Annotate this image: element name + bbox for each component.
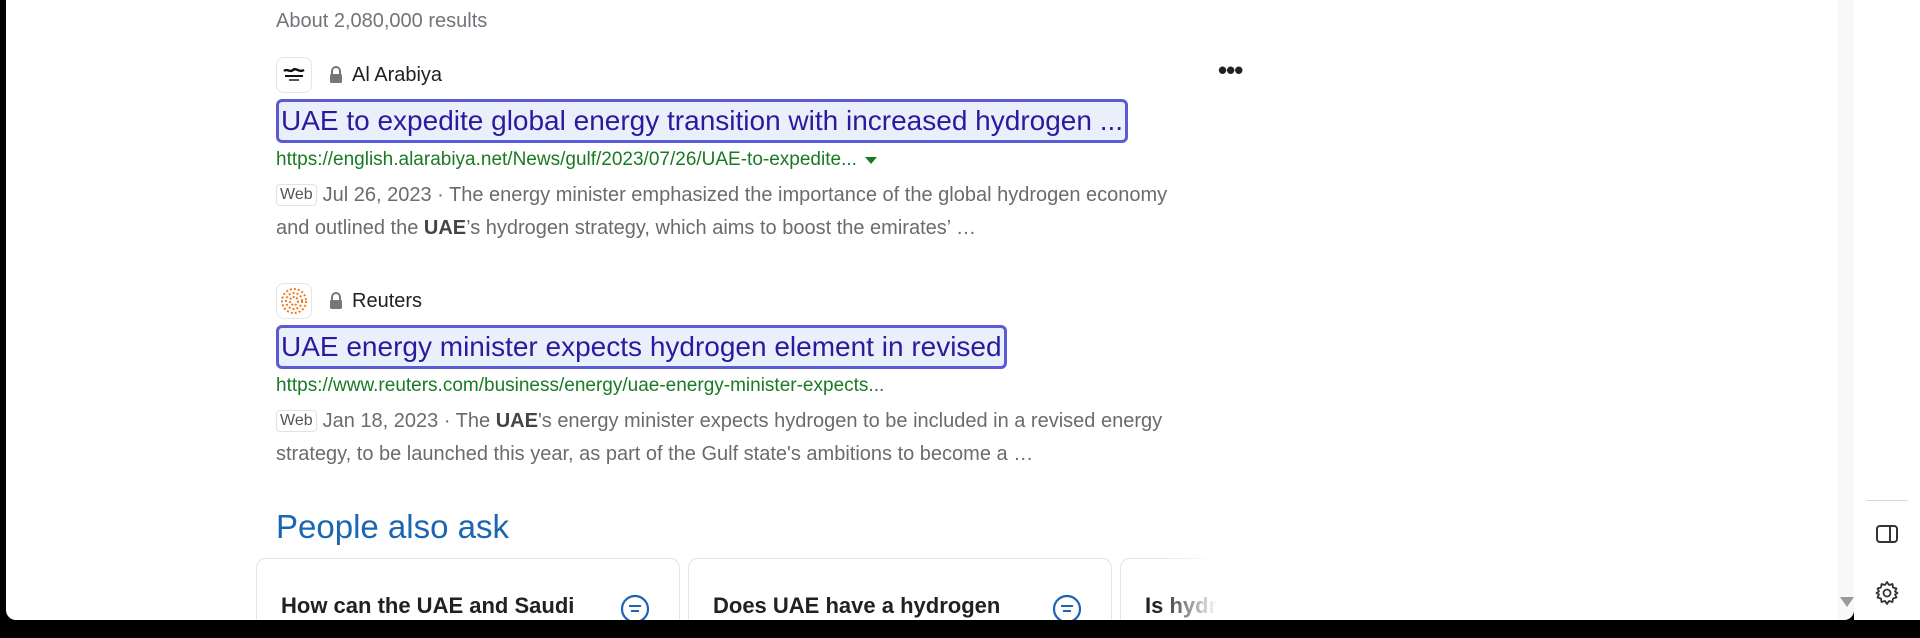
reuters-favicon-icon[interactable] — [276, 283, 312, 319]
scroll-down-arrow-icon[interactable] — [1840, 597, 1854, 607]
chat-bubble-icon[interactable] — [619, 593, 651, 620]
source-name[interactable]: Reuters — [352, 290, 422, 313]
chevron-down-icon[interactable] — [864, 156, 877, 164]
side-panel-toggle-button[interactable] — [1872, 519, 1902, 549]
result-url-row: https://www.reuters.com/business/energy/… — [276, 375, 1196, 397]
snippet-bold: UAE — [495, 410, 538, 432]
search-results-page: About 2,080,000 results Al Arabiya ••• U… — [6, 0, 1854, 620]
results-count: About 2,080,000 results — [276, 10, 488, 32]
result-source-row: Al Arabiya — [276, 57, 1196, 93]
settings-button[interactable] — [1872, 578, 1902, 608]
paa-card[interactable]: How can the UAE and Saudi — [256, 558, 680, 620]
search-result: Reuters UAE energy minister expects hydr… — [276, 283, 1196, 471]
result-source-row: Reuters — [276, 283, 1196, 319]
result-url[interactable]: https://english.alarabiya.net/News/gulf/… — [276, 149, 857, 171]
lock-icon — [330, 66, 342, 83]
result-snippet: Web Jan 18, 2023 · The UAE's energy minis… — [276, 405, 1196, 471]
result-title-link[interactable]: UAE energy minister expects hydrogen ele… — [276, 325, 1007, 369]
chat-bubble-icon[interactable] — [1051, 593, 1083, 620]
paa-card[interactable]: Does UAE have a hydrogen — [688, 558, 1112, 620]
web-tag: Web — [276, 410, 317, 432]
result-title-link[interactable]: UAE to expedite global energy transition… — [276, 99, 1129, 143]
snippet-text: ’s hydrogen strategy, which aims to boos… — [466, 217, 977, 239]
scrollbar[interactable] — [1838, 0, 1854, 620]
alarabiya-favicon-icon[interactable] — [276, 57, 312, 93]
source-name[interactable]: Al Arabiya — [352, 64, 442, 87]
side-panel-icon — [1876, 525, 1898, 543]
carousel-fade — [1158, 558, 1218, 620]
search-result: Al Arabiya ••• UAE to expedite global en… — [276, 57, 1243, 245]
people-also-ask-carousel: How can the UAE and Saudi Does UAE have … — [256, 558, 1218, 620]
paa-question[interactable]: Does UAE have a hydrogen — [713, 593, 1000, 619]
lock-icon — [330, 292, 342, 309]
result-url[interactable]: https://www.reuters.com/business/energy/… — [276, 375, 884, 397]
more-options-icon[interactable]: ••• — [1218, 57, 1243, 83]
side-panel-divider — [1866, 500, 1908, 501]
gear-icon — [1875, 581, 1899, 605]
snippet-bold: UAE — [423, 217, 467, 239]
paa-question[interactable]: How can the UAE and Saudi — [281, 593, 574, 619]
snippet-text: Jan 18, 2023 · The — [322, 410, 496, 432]
people-also-ask-title: People also ask — [276, 508, 509, 545]
web-tag: Web — [276, 184, 317, 206]
result-url-row: https://english.alarabiya.net/News/gulf/… — [276, 149, 1196, 171]
result-snippet: Web Jul 26, 2023 · The energy minister em… — [276, 179, 1196, 245]
